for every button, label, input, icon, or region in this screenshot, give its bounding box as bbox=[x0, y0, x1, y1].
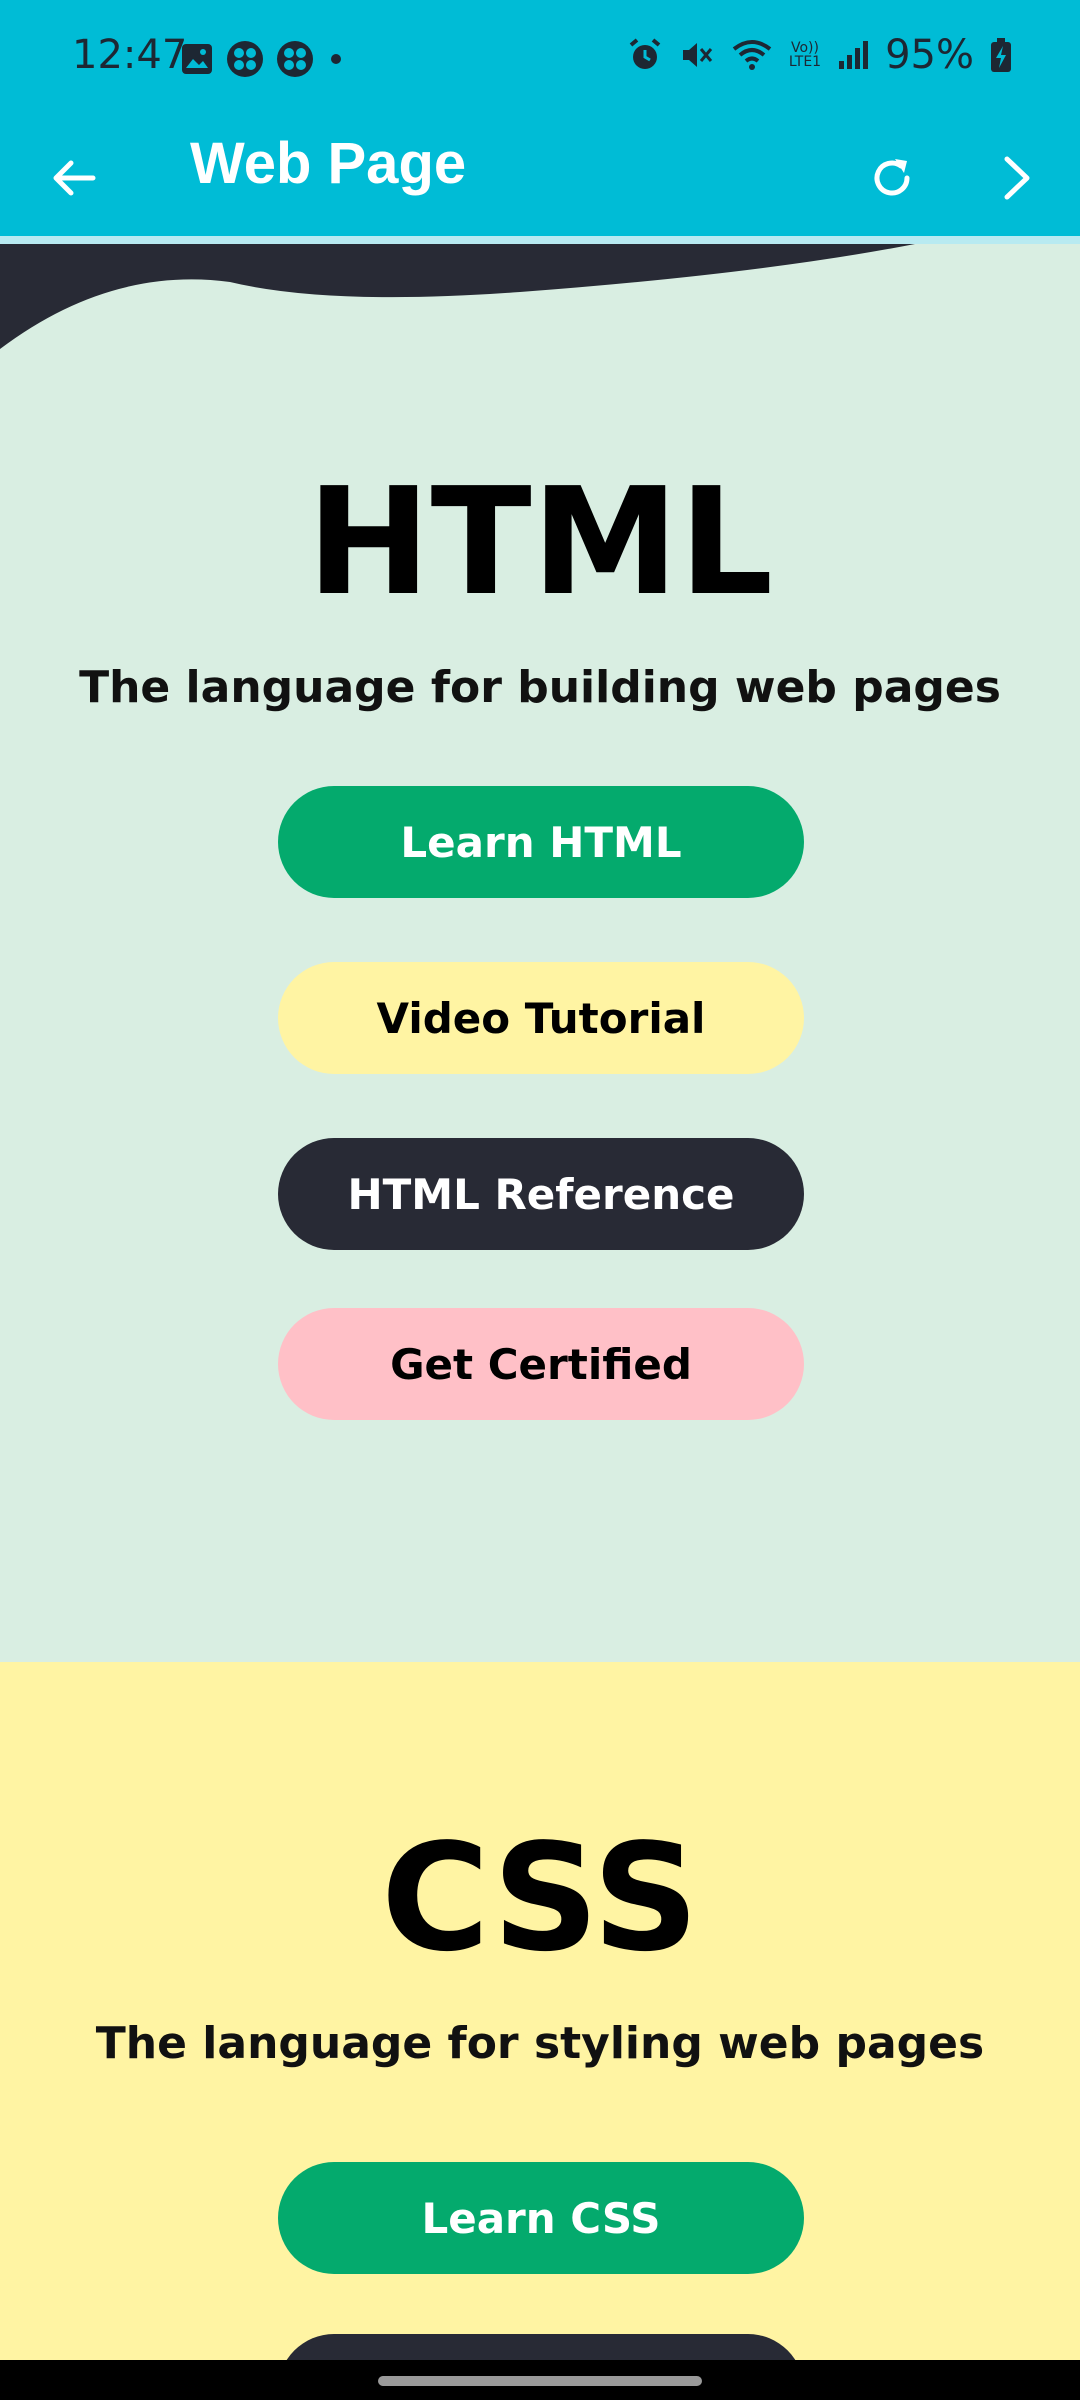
status-time: 12:47 bbox=[72, 32, 188, 78]
css-heading: CSS bbox=[381, 1812, 699, 1984]
header-wave bbox=[0, 244, 915, 349]
reload-icon bbox=[874, 159, 910, 196]
app-icon bbox=[277, 41, 313, 77]
status-bar: 12:47 Vo)) LTE1 95% bbox=[0, 0, 1080, 120]
page-load-strip bbox=[0, 236, 1080, 244]
get-certified-button[interactable]: Get Certified bbox=[278, 1308, 804, 1420]
html-heading: HTML bbox=[306, 456, 774, 628]
page-title: Web Page bbox=[190, 131, 467, 196]
web-content[interactable]: HTML The language for building web pages… bbox=[0, 244, 1080, 2360]
system-nav-bar bbox=[0, 2360, 1080, 2400]
learn-css-button[interactable]: Learn CSS bbox=[278, 2162, 804, 2274]
alarm-icon bbox=[629, 38, 661, 69]
html-section: HTML The language for building web pages… bbox=[0, 244, 1080, 1662]
back-arrow-icon bbox=[53, 160, 96, 196]
dot-icon bbox=[331, 54, 341, 64]
status-right-icons: Vo)) LTE1 95% bbox=[627, 32, 1012, 78]
back-button[interactable] bbox=[34, 138, 114, 218]
forward-chevron-icon bbox=[1004, 156, 1030, 200]
status-left-icons bbox=[180, 40, 346, 78]
css-subtitle: The language for styling web pages bbox=[95, 2018, 985, 2069]
css-section: CSS The language for styling web pages L… bbox=[0, 1662, 1080, 2360]
battery-charging-icon bbox=[991, 38, 1011, 72]
css-secondary-button[interactable] bbox=[278, 2334, 804, 2360]
wifi-icon bbox=[732, 40, 772, 70]
html-subtitle: The language for building web pages bbox=[79, 662, 1001, 713]
mute-icon bbox=[682, 43, 713, 67]
reload-button[interactable] bbox=[852, 138, 932, 218]
video-tutorial-button[interactable]: Video Tutorial bbox=[278, 962, 804, 1074]
forward-button[interactable] bbox=[976, 138, 1056, 218]
network-type-label: Vo)) LTE1 bbox=[788, 40, 822, 70]
app-bar: Web Page bbox=[0, 120, 1080, 236]
html-reference-button[interactable]: HTML Reference bbox=[278, 1138, 804, 1250]
app-icon bbox=[227, 41, 263, 77]
battery-percentage: 95% bbox=[885, 32, 974, 78]
signal-icon bbox=[839, 41, 869, 69]
image-icon bbox=[182, 44, 212, 74]
home-gesture-handle[interactable] bbox=[378, 2376, 702, 2386]
screen: 12:47 Vo)) LTE1 95% Web Page HTML The la… bbox=[0, 0, 1080, 2400]
learn-html-button[interactable]: Learn HTML bbox=[278, 786, 804, 898]
